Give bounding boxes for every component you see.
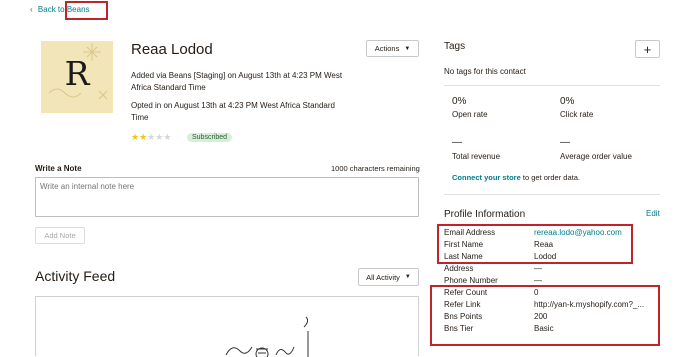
avatar: R [41,41,113,113]
profile-label-address: Address [444,264,474,273]
connect-store-suffix: to get order data. [522,173,580,182]
star-rating: ★★★★★ [131,133,171,142]
activity-illustration [225,316,309,357]
profile-label-phone: Phone Number [444,276,498,285]
activity-filter-dropdown[interactable]: All Activity ▼ [358,268,419,286]
added-line-2: Africa Standard Time [131,83,206,92]
added-line-1: Added via Beans [Staging] on August 13th… [131,71,343,80]
actions-dropdown[interactable]: Actions ▼ [366,40,419,57]
activity-title: Activity Feed [35,268,116,284]
highlight-back-link [65,1,108,20]
contact-name: Reaa Lodod [131,41,213,58]
plus-icon: + [643,41,652,57]
added-info: Added via Beans [Staging] on August 13th… [131,70,342,94]
activity-filter-label: All Activity [366,272,400,282]
stats-divider [444,194,660,195]
chars-remaining: 1000 characters remaining [331,164,420,173]
highlight-custom-fields [430,285,660,346]
click-rate-value: 0% [560,96,575,107]
star-empty-icon: ★ [155,132,164,142]
opted-info: Opted in on August 13th at 4:23 PM West … [131,100,335,124]
actions-label: Actions [374,44,400,53]
tags-empty-text: No tags for this contact [444,67,526,76]
profile-title: Profile Information [444,209,526,220]
connect-store-link[interactable]: Connect your store [452,173,521,182]
open-rate-label: Open rate [452,110,488,119]
add-tag-button[interactable]: + [635,40,660,58]
highlight-name-fields [437,224,633,264]
profile-value-address: — [534,264,542,273]
chevron-down-icon: ▼ [404,45,411,52]
click-rate-label: Click rate [560,110,594,119]
tags-divider [444,85,660,86]
add-note-label: Add Note [44,231,76,240]
note-textarea[interactable] [35,177,419,217]
chevron-down-icon: ▼ [404,274,411,280]
total-revenue-label: Total revenue [452,152,501,161]
note-title: Write a Note [35,164,82,173]
open-rate-value: 0% [452,96,467,107]
back-prefix[interactable]: Back to [38,5,65,14]
opted-line-2: Time [131,113,149,122]
chevron-left-icon: ‹ [30,5,33,14]
profile-edit-link[interactable]: Edit [646,209,660,218]
avatar-letter: R [64,54,90,93]
tags-title: Tags [444,41,466,52]
avg-order-label: Average order value [560,152,632,161]
star-empty-icon: ★ [163,132,172,142]
star-filled-icon: ★ [131,132,140,142]
add-note-button[interactable]: Add Note [35,227,85,244]
star-empty-icon: ★ [147,132,156,142]
connect-store-line: Connect your store to get order data. [452,173,580,182]
opted-line-1: Opted in on August 13th at 4:23 PM West … [131,101,335,110]
avg-order-value: — [560,137,570,148]
status-badge: Subscribed [187,133,233,142]
star-filled-icon: ★ [139,132,148,142]
activity-panel [35,296,419,357]
profile-value-phone: — [534,276,542,285]
total-revenue-value: — [452,137,462,148]
